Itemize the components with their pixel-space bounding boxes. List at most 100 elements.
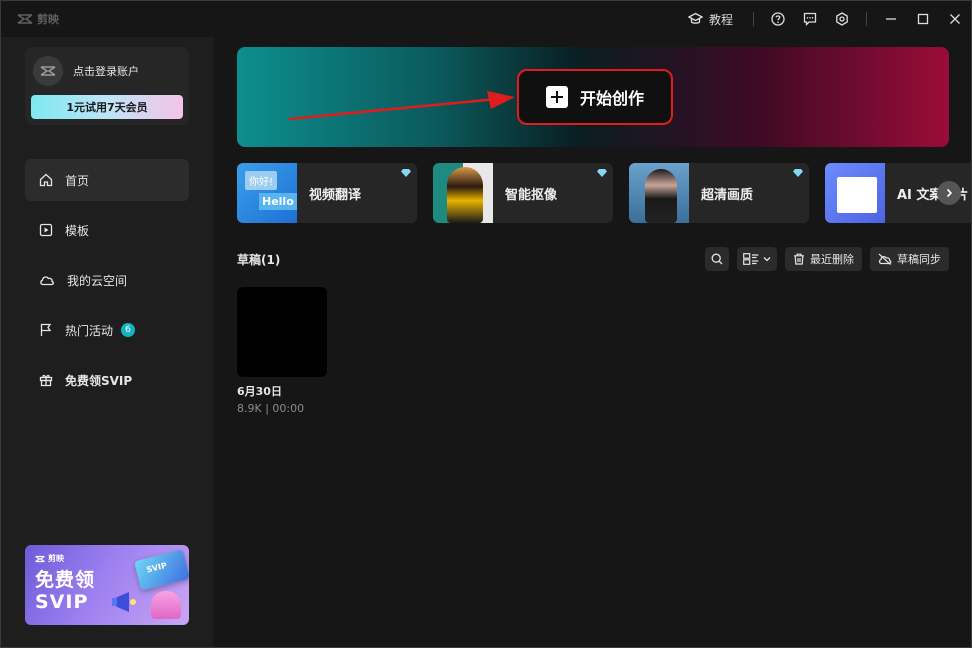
- start-creating-button[interactable]: 开始创作: [517, 69, 673, 125]
- sidebar: 点击登录账户 1元试用7天会员 首页 模板 我的云空间 热门活动 6 免费领SV…: [1, 37, 213, 647]
- feedback-button[interactable]: [794, 1, 826, 37]
- svip-card-text: SVIP: [145, 560, 168, 575]
- avatar[interactable]: [33, 56, 63, 86]
- tool-cards: 你好! Hello 视频翻译 智能抠像 超清画质 AI 文案成片: [237, 163, 971, 223]
- grid-view-icon: [743, 253, 759, 265]
- search-icon: [711, 253, 723, 265]
- thumb-document: [837, 177, 877, 213]
- draft-sync-label: 草稿同步: [897, 253, 941, 266]
- cloud-icon: [40, 276, 55, 286]
- promo-brand-text: 剪映: [48, 554, 64, 563]
- capcut-logo-icon: [35, 555, 45, 562]
- close-button[interactable]: [939, 1, 971, 37]
- capcut-logo-icon: [17, 14, 33, 24]
- plus-icon: [545, 86, 568, 108]
- tool-thumbnail: [629, 163, 689, 223]
- main-content: 开始创作 你好! Hello 视频翻译 智能抠像 超清画质 AI 文案成片 草稿…: [213, 37, 971, 647]
- svip-card-illustration: SVIP: [134, 549, 189, 591]
- drafts-title: 草稿(1): [237, 253, 281, 267]
- home-icon: [39, 173, 53, 187]
- thumb-text-hello-cn: 你好!: [245, 171, 278, 190]
- title-bar-actions: 教程: [676, 1, 971, 37]
- cloud-sync-icon: [878, 253, 892, 265]
- tool-thumbnail: [433, 163, 493, 223]
- diamond-icon: [793, 169, 803, 177]
- draft-meta: 8.9K | 00:00: [237, 402, 305, 415]
- sidebar-item-hot-events[interactable]: 热门活动 6: [25, 309, 189, 351]
- title-bar-divider: [753, 12, 754, 26]
- sidebar-item-label: 免费领SVIP: [65, 373, 133, 388]
- flag-icon: [40, 323, 52, 336]
- tool-video-translate[interactable]: 你好! Hello 视频翻译: [237, 163, 417, 223]
- svip-promo-banner[interactable]: 剪映 免费领 SVIP SVIP: [25, 545, 189, 625]
- sidebar-item-templates[interactable]: 模板: [25, 209, 189, 251]
- sidebar-item-free-svip[interactable]: 免费领SVIP: [25, 359, 189, 401]
- draft-item[interactable]: 6月30日 8.9K | 00:00: [237, 287, 327, 415]
- promo-title: 免费领 SVIP: [35, 569, 95, 613]
- close-icon: [950, 14, 960, 24]
- account-card: 点击登录账户 1元试用7天会员: [25, 47, 189, 125]
- tool-thumbnail: [825, 163, 885, 223]
- thumb-person: [645, 169, 677, 223]
- sidebar-item-label: 我的云空间: [67, 273, 128, 288]
- thumb-text-hello-en: Hello: [259, 193, 297, 210]
- gear-icon: [836, 12, 848, 26]
- gift-cup-illustration: [151, 591, 181, 619]
- draft-thumbnail[interactable]: [237, 287, 327, 377]
- trash-icon: [794, 253, 804, 265]
- app-window: 剪映 教程 点击登录账户 1元试用7天会员 首页 模板 我的云空间 热门活动 6…: [0, 0, 972, 648]
- view-mode-dropdown[interactable]: [737, 247, 777, 271]
- app-brand: 剪映: [37, 13, 59, 26]
- start-creating-label: 开始创作: [579, 89, 644, 108]
- minimize-icon: [886, 18, 896, 20]
- gift-icon: [39, 374, 53, 387]
- tool-label: 视频翻译: [309, 188, 362, 203]
- graduation-cap-icon: [687, 12, 703, 24]
- diamond-icon: [597, 169, 607, 177]
- tool-hd-quality[interactable]: 超清画质: [629, 163, 809, 223]
- maximize-button[interactable]: [907, 1, 939, 37]
- draft-sync-button[interactable]: 草稿同步: [870, 247, 949, 271]
- trial-membership-button[interactable]: 1元试用7天会员: [31, 95, 183, 119]
- sidebar-item-label: 首页: [65, 173, 90, 188]
- tool-label: 智能抠像: [505, 188, 558, 203]
- sidebar-item-label: 模板: [65, 223, 90, 238]
- app-logo: 剪映: [17, 11, 59, 27]
- drafts-header: 草稿(1) 最近删除 草稿同步: [237, 247, 949, 271]
- tutorial-label: 教程: [708, 12, 733, 27]
- sidebar-nav: 首页 模板 我的云空间 热门活动 6 免费领SVIP: [25, 159, 189, 409]
- chevron-right-icon: [946, 188, 953, 198]
- drafts-toolbar: 最近删除 草稿同步: [705, 247, 949, 271]
- hero-banner: 开始创作: [237, 47, 949, 147]
- promo-title-line1: 免费领: [35, 569, 96, 591]
- search-button[interactable]: [705, 247, 729, 271]
- recently-deleted-label: 最近删除: [810, 253, 854, 266]
- template-icon: [39, 223, 53, 237]
- tool-smart-cutout[interactable]: 智能抠像: [433, 163, 613, 223]
- diamond-icon: [401, 169, 411, 177]
- tool-thumbnail: 你好! Hello: [237, 163, 297, 223]
- scroll-right-button[interactable]: [937, 181, 961, 205]
- thumb-person: [447, 167, 483, 223]
- sidebar-item-cloud-space[interactable]: 我的云空间: [25, 259, 189, 301]
- recently-deleted-button[interactable]: 最近删除: [785, 247, 862, 271]
- sidebar-item-label: 热门活动: [65, 323, 114, 338]
- sidebar-item-home[interactable]: 首页: [25, 159, 189, 201]
- promo-title-line2: SVIP: [35, 591, 89, 613]
- notification-badge: 6: [121, 323, 136, 337]
- minimize-button[interactable]: [875, 1, 907, 37]
- help-button[interactable]: [762, 1, 794, 37]
- tutorial-button[interactable]: 教程: [676, 1, 745, 37]
- maximize-icon: [917, 13, 929, 25]
- title-bar-divider: [866, 12, 867, 26]
- tool-label: 超清画质: [701, 188, 754, 203]
- title-bar: 剪映 教程: [1, 1, 971, 37]
- login-link[interactable]: 点击登录账户: [73, 63, 139, 79]
- chevron-down-icon: [763, 257, 771, 262]
- draft-name: 6月30日: [237, 385, 282, 398]
- promo-brand: 剪映: [35, 553, 64, 564]
- feedback-icon: [803, 12, 817, 26]
- settings-button[interactable]: [826, 1, 858, 37]
- annotation-arrow: [288, 91, 515, 121]
- capcut-logo-icon: [40, 66, 56, 76]
